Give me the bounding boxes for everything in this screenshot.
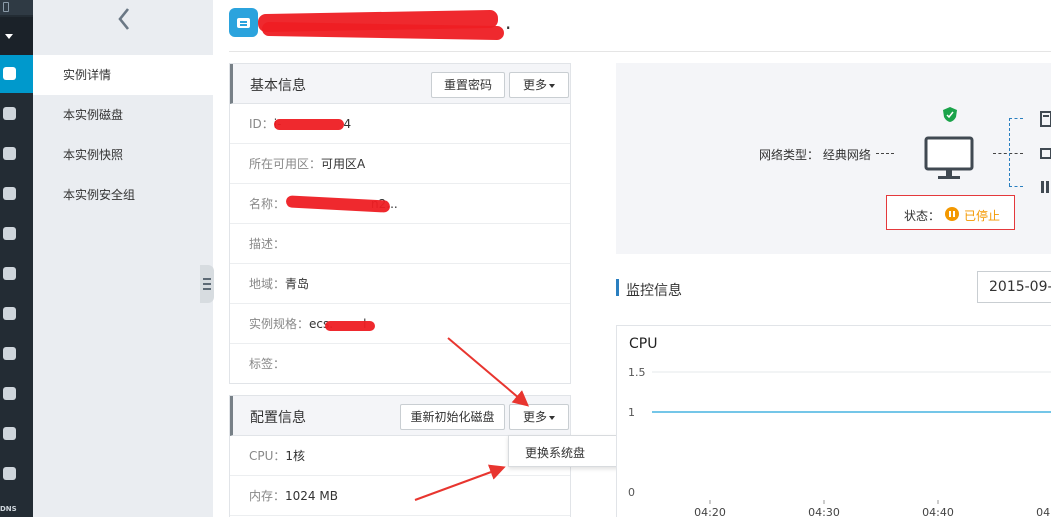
reset-password-button[interactable]: 重置密码: [431, 72, 505, 98]
basic-info-panel: 基本信息 重置密码 更多 ID：i-4 所在可用区：可用区A 名称：n2... …: [229, 63, 571, 384]
dns-label[interactable]: DNS: [0, 505, 17, 513]
window-icon: [3, 2, 9, 12]
date-picker-input[interactable]: 2015-09-1: [977, 271, 1051, 303]
config-row-memory: 内存：1024 MB: [230, 476, 570, 516]
security-group-icon: [1041, 181, 1049, 193]
rail-dropdown-toggle[interactable]: [0, 17, 33, 55]
subnav-item-security-groups[interactable]: 本实例安全组: [33, 175, 213, 215]
network-type-label: 网络类型： 经典网络: [759, 148, 871, 162]
chevron-left-icon: [118, 8, 130, 30]
shield-icon[interactable]: [0, 384, 18, 402]
cluster-icon[interactable]: [0, 144, 18, 162]
instance-subnav: 实例详情 本实例磁盘 本实例快照 本实例安全组: [33, 0, 213, 517]
back-button[interactable]: [113, 6, 135, 32]
chart-title: CPU: [629, 336, 658, 352]
y-tick-label: 1: [628, 406, 635, 419]
subnav-item-snapshots[interactable]: 本实例快照: [33, 135, 213, 175]
security-shield-icon: [943, 107, 957, 122]
y-tick-label: 1.5: [628, 366, 646, 379]
monitoring-title: 监控信息: [626, 283, 682, 299]
header-divider: [229, 51, 1051, 52]
collapse-icon: [203, 278, 211, 290]
subnav-item-disks[interactable]: 本实例磁盘: [33, 95, 213, 135]
cloud-upload-icon[interactable]: [0, 184, 18, 202]
server-list-icon[interactable]: [0, 344, 18, 362]
subnav-item-instance-details[interactable]: 实例详情: [33, 55, 213, 95]
redaction-mark: [261, 21, 505, 41]
config-info-header: 配置信息 重新初始化磁盘 更多: [230, 396, 570, 436]
redaction-mark: [274, 119, 344, 130]
x-tick-label: 04:50: [1036, 506, 1051, 517]
instance-icon: [229, 8, 258, 37]
connector-line: [1009, 118, 1023, 119]
caret-down-icon: [5, 34, 13, 39]
info-row-tags: 标签：: [249, 357, 286, 371]
disk-icon: [1040, 111, 1051, 127]
more-button[interactable]: 更多: [509, 72, 569, 98]
basic-info-header: 基本信息 重置密码 更多: [230, 64, 570, 104]
status-label: 状态：: [904, 209, 941, 223]
cloud-icon[interactable]: [0, 304, 18, 322]
x-tick-label: 04:40: [922, 506, 954, 517]
status-value: 已停止: [964, 209, 1001, 223]
panel-title: 基本信息: [250, 78, 306, 94]
rail-top-block[interactable]: [0, 0, 33, 15]
connector-line: [993, 153, 1023, 154]
x-tick-label: 04:20: [694, 506, 726, 517]
reinit-disk-button[interactable]: 重新初始化磁盘: [400, 404, 505, 430]
connector-line: [1009, 118, 1010, 186]
info-row-region: 地域：青岛: [230, 264, 570, 304]
server-monitor-icon: [924, 136, 974, 179]
status-indicator: 状态： 已停止: [886, 195, 1015, 230]
storage-icon[interactable]: [0, 464, 18, 482]
menu-item-replace-system-disk[interactable]: 更换系统盘: [525, 444, 585, 461]
more-button[interactable]: 更多: [509, 404, 569, 430]
caret-down-icon: [549, 415, 555, 420]
info-row-name: 名称：n2...: [230, 184, 570, 224]
y-tick-label: 0: [628, 486, 635, 499]
info-row-zone: 所在可用区：可用区A: [230, 144, 570, 184]
snapshot-icon: [1040, 148, 1051, 159]
rds-icon[interactable]: [0, 104, 18, 122]
cpu-chart: 1.5 1 0 04:20 04:30 04:40 04:50: [628, 366, 1051, 517]
icon-rail: DNS: [0, 0, 33, 517]
chart-icon[interactable]: [0, 424, 18, 442]
panel-title: 配置信息: [250, 410, 306, 426]
nodes-icon[interactable]: [0, 264, 18, 282]
caret-down-icon: [549, 83, 555, 88]
connector-line: [876, 153, 894, 154]
info-row-description: 描述：: [230, 224, 570, 264]
network-icon[interactable]: [0, 224, 18, 242]
section-accent: [616, 279, 619, 296]
info-row-instance-type: 实例规格：ecs.l: [230, 304, 570, 344]
ecs-icon[interactable]: [0, 64, 18, 82]
collapse-sidebar-toggle[interactable]: [200, 265, 214, 303]
connector-line: [1009, 186, 1023, 187]
pause-icon: [945, 207, 959, 221]
x-tick-label: 04:30: [808, 506, 840, 517]
redaction-mark: [325, 321, 375, 331]
